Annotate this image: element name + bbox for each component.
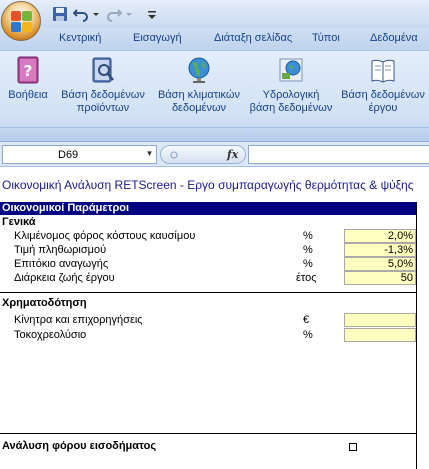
- globe-icon: [188, 57, 210, 83]
- insert-function-button[interactable]: fx: [227, 148, 238, 161]
- incentives-cell[interactable]: [344, 313, 416, 327]
- debt-payment-label: Τοκοχρεολύσιο: [14, 329, 87, 341]
- divider: [0, 433, 416, 434]
- page-title: Οικονομική Ανάλυση RETScreen - Εργο συμπ…: [2, 178, 414, 192]
- help-button[interactable]: ? Βοήθεια: [6, 55, 50, 102]
- worksheet: Οικονομική Ανάλυση RETScreen - Εργο συμπ…: [0, 168, 429, 469]
- inflation-unit: %: [303, 244, 313, 256]
- office-button[interactable]: [1, 1, 41, 41]
- financing-title: Χρηματοδότηση: [2, 297, 87, 309]
- redo-dropdown-icon[interactable]: [124, 6, 134, 22]
- redo-icon[interactable]: [106, 6, 124, 22]
- hydrology-database-button[interactable]: Υδρολογική βάση δεδομένων: [247, 55, 335, 115]
- tab-data[interactable]: Δεδομένα: [370, 32, 418, 44]
- inflation-cell[interactable]: -1,3%: [344, 243, 416, 257]
- climate-database-label-1: Βάση κλιματικών: [157, 89, 241, 101]
- ribbon: ? Βοήθεια Βάση δεδομένων προϊόντων Βάση …: [0, 50, 429, 142]
- inflation-label: Τιμή πληθωρισμού: [14, 244, 107, 256]
- project-database-label-1: Βάση δεδομένων: [341, 89, 425, 101]
- tab-page-layout[interactable]: Διάταξη σελίδας: [214, 32, 292, 44]
- formula-bar: D69 ▼ fx: [0, 142, 429, 167]
- save-icon[interactable]: [52, 6, 70, 22]
- project-life-cell[interactable]: 50: [344, 271, 416, 285]
- hydrology-database-label-2: βάση δεδομένων: [249, 102, 333, 114]
- product-database-label-1: Βάση δεδομένων: [61, 89, 145, 101]
- name-box[interactable]: D69 ▼: [2, 145, 157, 164]
- general-title: Γενικά: [2, 216, 36, 228]
- help-book-icon: ?: [17, 56, 39, 84]
- undo-icon[interactable]: [72, 6, 91, 22]
- discount-rate-unit: %: [303, 258, 313, 270]
- office-logo-icon: [11, 11, 33, 33]
- tab-home[interactable]: Κεντρική: [59, 32, 101, 44]
- climate-database-button[interactable]: Βάση κλιματικών δεδομένων: [152, 55, 246, 115]
- tax-analysis-title: Ανάλυση φόρου εισοδήματος: [2, 440, 157, 452]
- product-database-button[interactable]: Βάση δεδομένων προϊόντων: [56, 55, 150, 115]
- formula-controls: fx: [160, 145, 246, 164]
- ribbon-tabs: Κεντρική Εισαγωγή Διάταξη σελίδας Τύποι …: [0, 28, 429, 50]
- fuel-escalation-cell[interactable]: 2,0%: [344, 229, 416, 243]
- name-box-dropdown-icon[interactable]: ▼: [145, 149, 154, 160]
- fuel-escalation-unit: %: [303, 230, 313, 242]
- tax-analysis-checkbox[interactable]: [349, 443, 357, 451]
- ribbon-group-footer: [0, 127, 429, 141]
- help-label: Βοήθεια: [8, 89, 48, 101]
- debt-payment-unit: %: [303, 329, 313, 341]
- formula-input[interactable]: [248, 145, 429, 164]
- project-database-button[interactable]: Βάση δεδομένων έργου: [338, 55, 428, 115]
- section-header-label: Οικονομικοί Παράμετροι: [2, 202, 130, 214]
- project-database-label-2: έργου: [368, 102, 398, 114]
- project-life-unit: έτος: [296, 272, 317, 284]
- tab-formulas[interactable]: Τύποι: [312, 32, 340, 44]
- incentives-unit: €: [303, 314, 310, 326]
- tab-insert[interactable]: Εισαγωγή: [133, 32, 182, 44]
- divider: [0, 292, 416, 293]
- project-book-icon: [371, 59, 395, 83]
- product-database-icon: [92, 57, 114, 83]
- debt-payment-cell[interactable]: [344, 328, 416, 342]
- splitter-icon[interactable]: [169, 149, 179, 161]
- fuel-escalation-label: Κλιμένομος φόρος κόστους καυσίμου: [14, 230, 196, 242]
- climate-database-label-2: δεδομένων: [171, 102, 227, 114]
- hydrology-map-icon: [279, 58, 303, 82]
- hydrology-database-label-1: Υδρολογική: [262, 89, 320, 101]
- section-right-border: [416, 202, 417, 469]
- discount-rate-label: Επιτόκιο αναγωγής: [14, 258, 109, 270]
- undo-dropdown-icon[interactable]: [91, 6, 101, 22]
- incentives-label: Κίνητρα και επιχορηγήσεις: [14, 314, 143, 326]
- project-life-label: Διάρκεια ζωής έργου: [14, 272, 115, 284]
- section-header: Οικονομικοί Παράμετροι: [0, 202, 416, 215]
- svg-text:?: ?: [24, 62, 33, 80]
- customize-toolbar-icon[interactable]: [146, 6, 158, 22]
- name-box-value: D69: [58, 149, 79, 161]
- product-database-label-2: προϊόντων: [76, 102, 130, 114]
- title-bar: [0, 0, 429, 28]
- discount-rate-cell[interactable]: 5,0%: [344, 257, 416, 271]
